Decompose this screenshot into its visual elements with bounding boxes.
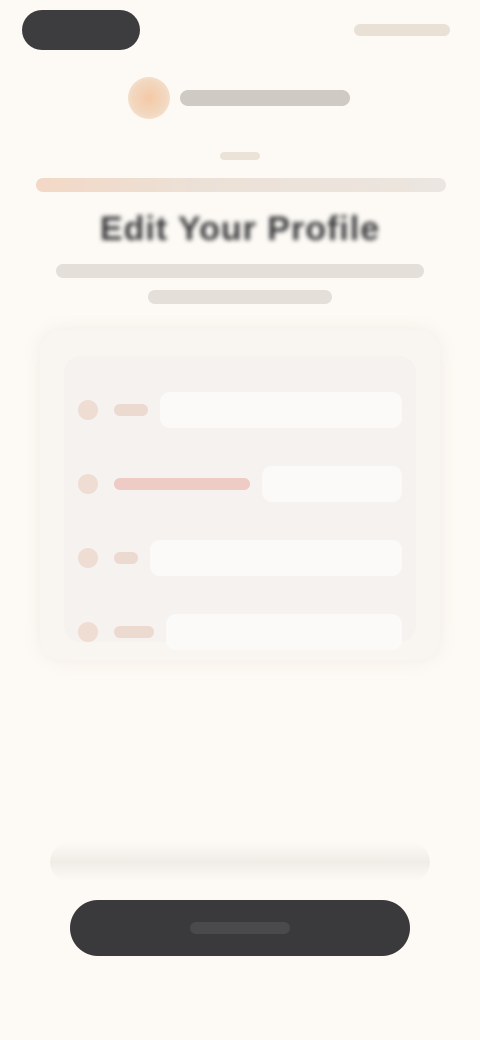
form-row-password: [78, 610, 402, 654]
form-row-email: [78, 462, 402, 506]
page-title: Edit Your Profile: [99, 210, 381, 248]
field-label-phone: [114, 552, 138, 564]
form-row-name: [78, 388, 402, 432]
back-button[interactable]: [22, 10, 140, 50]
profile-screen: Edit Your Profile: [0, 0, 480, 1040]
profile-form: [64, 356, 416, 650]
step-indicator: [220, 152, 260, 160]
field-label-password: [114, 626, 154, 638]
profile-form-card: [40, 330, 440, 660]
phone-field[interactable]: [150, 540, 402, 576]
eyebrow-text: [36, 178, 446, 192]
subtitle-line-1: [56, 264, 424, 278]
password-field[interactable]: [166, 614, 402, 650]
brand-logo-icon: [128, 77, 170, 119]
form-row-phone: [78, 536, 402, 580]
field-label-name: [114, 404, 148, 416]
mail-icon: [78, 474, 98, 494]
field-label-email: [114, 478, 250, 490]
bottom-divider: [50, 842, 430, 882]
name-field[interactable]: [160, 392, 402, 428]
save-button-label: [190, 922, 290, 934]
phone-icon: [78, 548, 98, 568]
email-field[interactable]: [262, 466, 402, 502]
lock-icon: [78, 622, 98, 642]
subtitle-line-2: [148, 290, 332, 304]
user-icon: [78, 400, 98, 420]
brand-logo: [128, 74, 358, 122]
save-button[interactable]: [70, 900, 410, 956]
brand-wordmark: [180, 90, 350, 106]
status-indicators: [354, 24, 450, 36]
